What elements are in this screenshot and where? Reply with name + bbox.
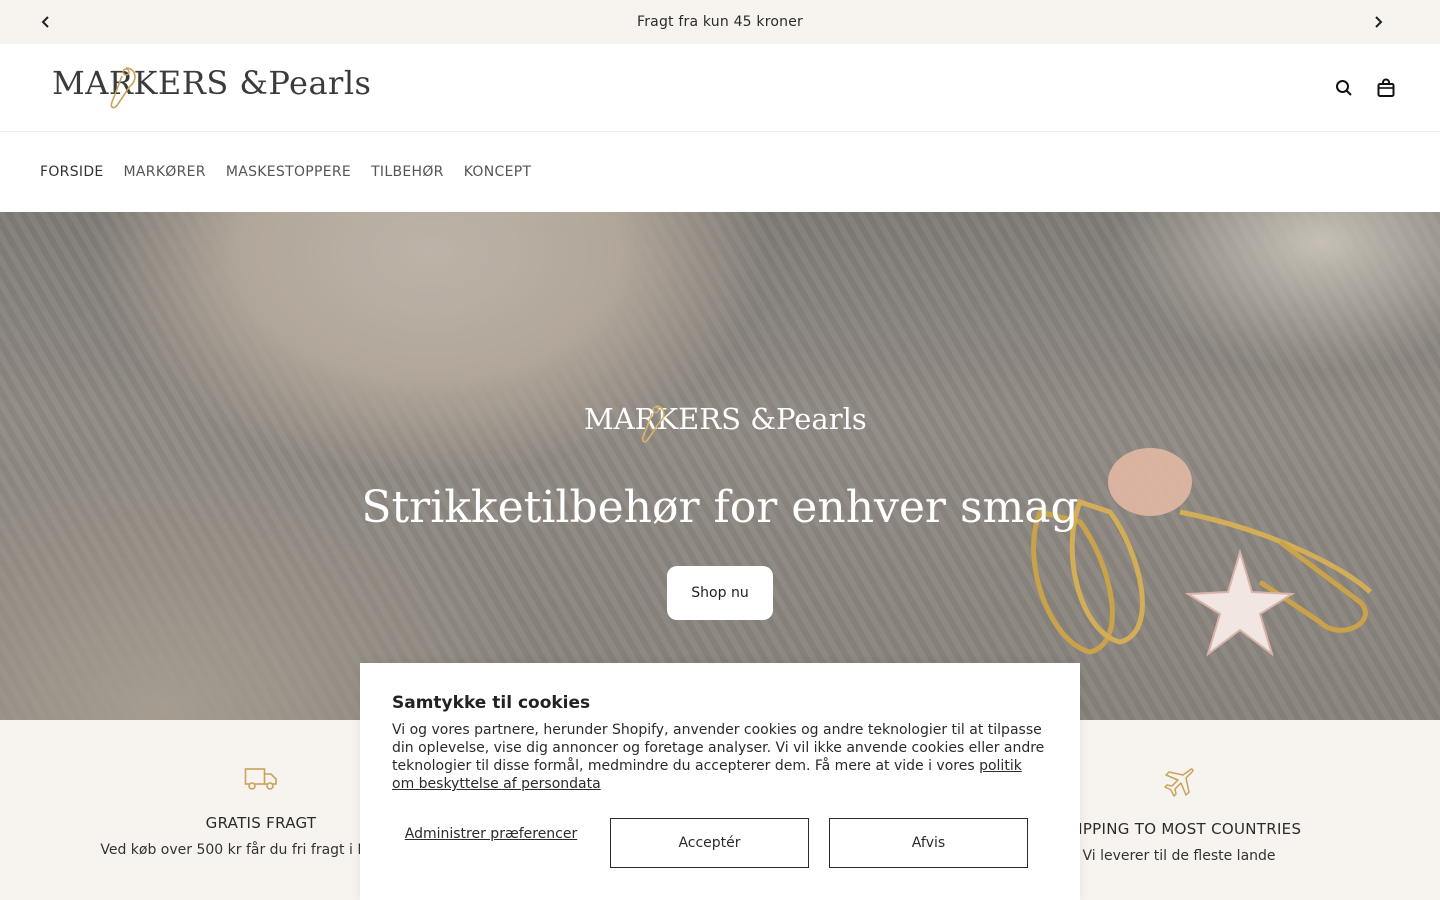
- nav-item-markoerer[interactable]: MARKØRER: [124, 164, 206, 180]
- cookie-body-text: Vi og vores partnere, herunder Shopify, …: [392, 722, 1045, 774]
- decline-cookies-button[interactable]: Afvis: [829, 818, 1028, 868]
- safety-pin-logo-mark: [641, 405, 665, 443]
- announcement-bar: Fragt fra kun 45 kroner: [0, 0, 1440, 44]
- cookie-consent-dialog: Samtykke til cookies Vi og vores partner…: [360, 663, 1080, 900]
- announcement-text: Fragt fra kun 45 kroner: [636, 14, 803, 30]
- manage-preferences-link[interactable]: Administrer præferencer: [392, 826, 590, 843]
- knitting-markers-image: [1031, 448, 1372, 657]
- chevron-right-icon[interactable]: [1368, 12, 1388, 32]
- site-logo[interactable]: MARKERS &Pearls: [52, 62, 371, 118]
- search-icon[interactable]: [1332, 76, 1356, 100]
- accept-cookies-button[interactable]: Acceptér: [610, 818, 809, 868]
- cookie-body: Vi og vores partnere, herunder Shopify, …: [392, 721, 1048, 793]
- shop-now-button[interactable]: Shop nu: [667, 566, 773, 620]
- airplane-icon: [1164, 768, 1194, 797]
- safety-pin-logo-mark: [110, 67, 136, 109]
- cookie-title: Samtykke til cookies: [392, 693, 591, 713]
- nav-item-tilbehoer[interactable]: TILBEHØR: [371, 164, 444, 180]
- site-header: MARKERS &Pearls: [0, 44, 1440, 132]
- hero-logo-text: MARKERS &Pearls: [584, 402, 867, 436]
- hero-title: Strikketilbehør for enhver smag: [361, 482, 1079, 533]
- shopping-bag-icon[interactable]: [1374, 76, 1398, 100]
- nav-item-forside[interactable]: FORSIDE: [40, 164, 104, 180]
- hero-logo: MARKERS &Pearls: [584, 402, 867, 452]
- hero-banner: MARKERS &Pearls Strikketilbehør for enhv…: [0, 212, 1440, 720]
- cookie-actions: Administrer præferencer Acceptér Afvis: [392, 818, 1048, 868]
- chevron-left-icon[interactable]: [36, 12, 56, 32]
- main-navigation: FORSIDE MARKØRER MASKESTOPPERE TILBEHØR …: [0, 132, 1440, 212]
- logo-text: MARKERS &Pearls: [52, 64, 372, 102]
- delivery-truck-icon: [244, 768, 277, 790]
- nav-item-koncept[interactable]: KONCEPT: [464, 164, 532, 180]
- nav-item-maskestoppere[interactable]: MASKESTOPPERE: [226, 164, 351, 180]
